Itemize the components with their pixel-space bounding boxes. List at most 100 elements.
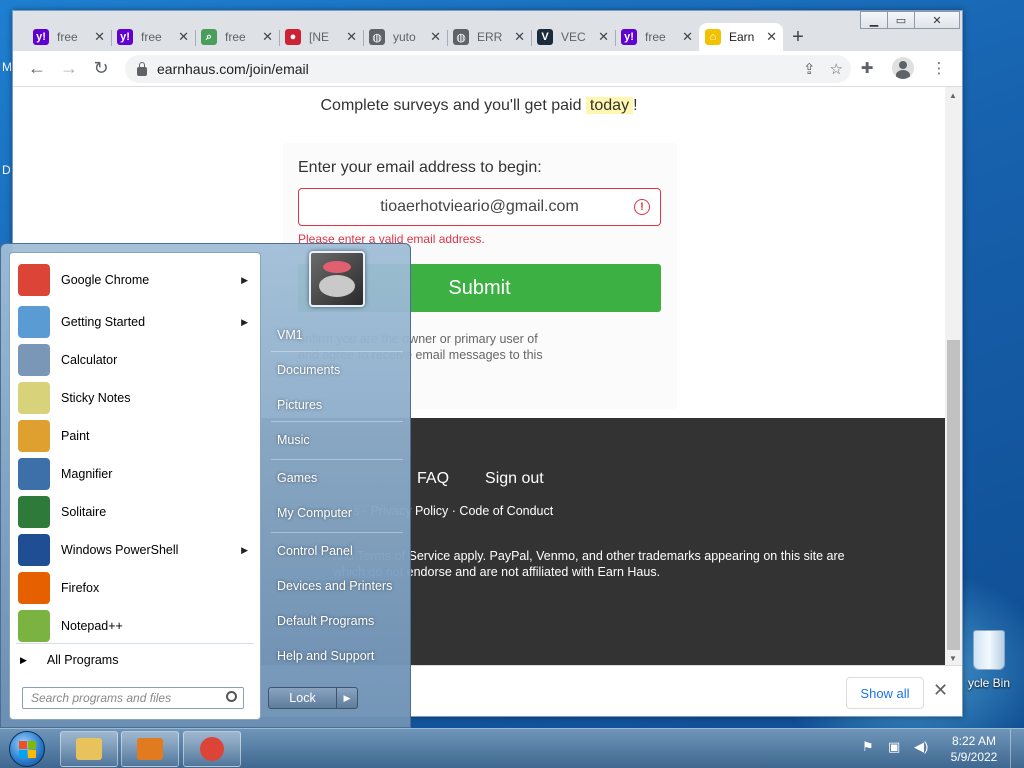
bookmark-star-icon[interactable]: ☆ (830, 60, 843, 78)
tab-title: free (645, 30, 666, 44)
start-menu-program[interactable]: Calculator (10, 341, 260, 379)
page-scrollbar[interactable]: ▲ ▼ (945, 87, 962, 665)
start-menu-place[interactable]: Default Programs (277, 614, 374, 628)
start-menu-program[interactable]: Windows PowerShell ▶ (10, 531, 260, 569)
start-menu-program[interactable]: Notepad++ (10, 607, 260, 645)
close-tab-icon[interactable]: ✕ (430, 29, 441, 45)
yahoo-icon: y! (33, 29, 49, 45)
forward-button[interactable]: → (53, 53, 85, 85)
taskbar-button-media-player[interactable] (121, 731, 179, 767)
browser-tab[interactable]: ● [NE ✕ (279, 23, 363, 51)
browser-tab[interactable]: ◍ ERR ✕ (447, 23, 531, 51)
browser-tab[interactable]: ◍ yuto ✕ (363, 23, 447, 51)
volume-icon[interactable]: ◀) (914, 739, 930, 755)
extensions-puzzle-icon[interactable]: ✚ (854, 55, 880, 81)
tab-title: [NE (309, 30, 330, 44)
start-menu-program[interactable]: Getting Started ▶ (10, 303, 260, 341)
close-tab-icon[interactable]: ✕ (598, 29, 609, 45)
globe-icon: ◍ (369, 29, 385, 45)
close-tab-icon[interactable]: ✕ (178, 29, 189, 45)
sign-out-link[interactable]: Sign out (485, 470, 544, 488)
close-tab-icon[interactable]: ✕ (262, 29, 273, 45)
profile-button[interactable] (890, 55, 916, 81)
show-desktop-button[interactable] (1010, 729, 1024, 768)
submenu-arrow-icon[interactable]: ▶ (241, 317, 248, 328)
close-window-button[interactable]: ✕ (914, 11, 960, 29)
start-menu-place[interactable]: Games (277, 471, 317, 485)
start-menu-place[interactable]: Devices and Printers (277, 579, 392, 593)
yahoo-icon: y! (117, 29, 133, 45)
address-bar[interactable]: earnhaus.com/join/email ⇪ ☆ (125, 55, 851, 83)
start-search-input[interactable]: Search programs and files (22, 687, 244, 709)
start-menu-place[interactable]: VM1 (277, 328, 303, 342)
solitaire-icon (18, 496, 50, 528)
email-value[interactable]: tioaerhotvieario@gmail.com (380, 198, 579, 216)
program-list-panel: Google Chrome ▶ Getting Started ▶ Calculator… (9, 252, 261, 720)
start-menu-place[interactable]: Documents (277, 363, 340, 377)
scrollbar-thumb[interactable] (947, 340, 960, 650)
scroll-down-arrow-icon[interactable]: ▼ (949, 654, 957, 663)
yahoo-icon: y! (621, 29, 637, 45)
browser-tab[interactable]: ⌂ Earn ✕ (699, 23, 783, 51)
url-text[interactable]: earnhaus.com/join/email (157, 61, 309, 77)
browser-tab[interactable]: y! free ✕ (27, 23, 111, 51)
user-account-picture[interactable] (309, 251, 365, 307)
back-button[interactable]: ← (21, 53, 53, 85)
program-label: Google Chrome (61, 273, 150, 287)
window-controls: ▁ ▭ ✕ (860, 11, 960, 29)
places-divider (271, 351, 403, 352)
submenu-arrow-icon[interactable]: ▶ (241, 275, 248, 286)
all-programs-button[interactable]: ▶ All Programs (20, 653, 118, 667)
network-icon[interactable]: ▣ (888, 739, 904, 755)
start-menu-place[interactable]: Help and Support (277, 649, 374, 663)
close-tab-icon[interactable]: ✕ (514, 29, 525, 45)
browser-tab[interactable]: ⌕ free ✕ (195, 23, 279, 51)
start-menu-program[interactable]: Paint (10, 417, 260, 455)
menu-kebab-icon[interactable]: ⋮ (926, 55, 952, 81)
maximize-button[interactable]: ▭ (887, 11, 915, 29)
start-menu-place[interactable]: Pictures (277, 398, 322, 412)
start-button[interactable] (4, 730, 50, 768)
action-center-flag-icon[interactable]: ⚑ (862, 739, 878, 755)
start-menu-place[interactable]: Control Panel (277, 544, 353, 558)
new-tab-button[interactable]: + (783, 23, 813, 51)
close-tab-icon[interactable]: ✕ (682, 29, 693, 45)
taskbar: ⚑ ▣ ◀) 8:22 AM 5/9/2022 (0, 728, 1024, 768)
places-divider (271, 532, 403, 533)
start-menu-program[interactable]: Sticky Notes (10, 379, 260, 417)
close-tab-icon[interactable]: ✕ (766, 29, 777, 45)
taskbar-button-chrome[interactable] (183, 731, 241, 767)
browser-tab[interactable]: V VEC ✕ (531, 23, 615, 51)
taskbar-clock[interactable]: 8:22 AM 5/9/2022 (944, 733, 1004, 765)
close-tab-icon[interactable]: ✕ (94, 29, 105, 45)
start-menu-program[interactable]: Solitaire (10, 493, 260, 531)
start-menu-program[interactable]: Firefox (10, 569, 260, 607)
browser-tab[interactable]: y! free ✕ (615, 23, 699, 51)
minimize-button[interactable]: ▁ (860, 11, 888, 29)
start-menu-place[interactable]: Music (277, 433, 310, 447)
lock-icon[interactable] (137, 61, 147, 76)
recycle-bin[interactable]: ycle Bin (954, 630, 1024, 690)
start-menu-program[interactable]: Google Chrome ▶ (10, 261, 260, 299)
reload-button[interactable]: ↻ (85, 53, 117, 85)
taskbar-button-explorer[interactable] (60, 731, 118, 767)
close-tab-icon[interactable]: ✕ (346, 29, 357, 45)
email-field[interactable]: tioaerhotvieario@gmail.com ! (298, 188, 661, 226)
search-placeholder: Search programs and files (31, 691, 172, 705)
close-download-bar-icon[interactable]: ✕ (933, 680, 948, 701)
terms-line: and Terms of Service apply. PayPal, Venm… (333, 549, 845, 563)
lock-label[interactable]: Lock (269, 688, 337, 708)
lock-button[interactable]: Lock ▶ (268, 687, 358, 709)
shutdown-options-arrow-icon[interactable]: ▶ (337, 688, 357, 708)
submenu-arrow-icon[interactable]: ▶ (241, 545, 248, 556)
program-label: Solitaire (61, 505, 107, 519)
start-menu-program[interactable]: Magnifier (10, 455, 260, 493)
share-icon[interactable]: ⇪ (803, 60, 816, 78)
start-menu-place[interactable]: My Computer (277, 506, 352, 520)
desktop-icon-label-partial[interactable]: M (2, 60, 12, 74)
scroll-up-arrow-icon[interactable]: ▲ (949, 91, 957, 100)
browser-tab[interactable]: y! free ✕ (111, 23, 195, 51)
show-all-downloads-button[interactable]: Show all (846, 677, 924, 709)
faq-link[interactable]: FAQ (417, 470, 449, 488)
desktop-icon-label-partial[interactable]: D (2, 163, 11, 177)
